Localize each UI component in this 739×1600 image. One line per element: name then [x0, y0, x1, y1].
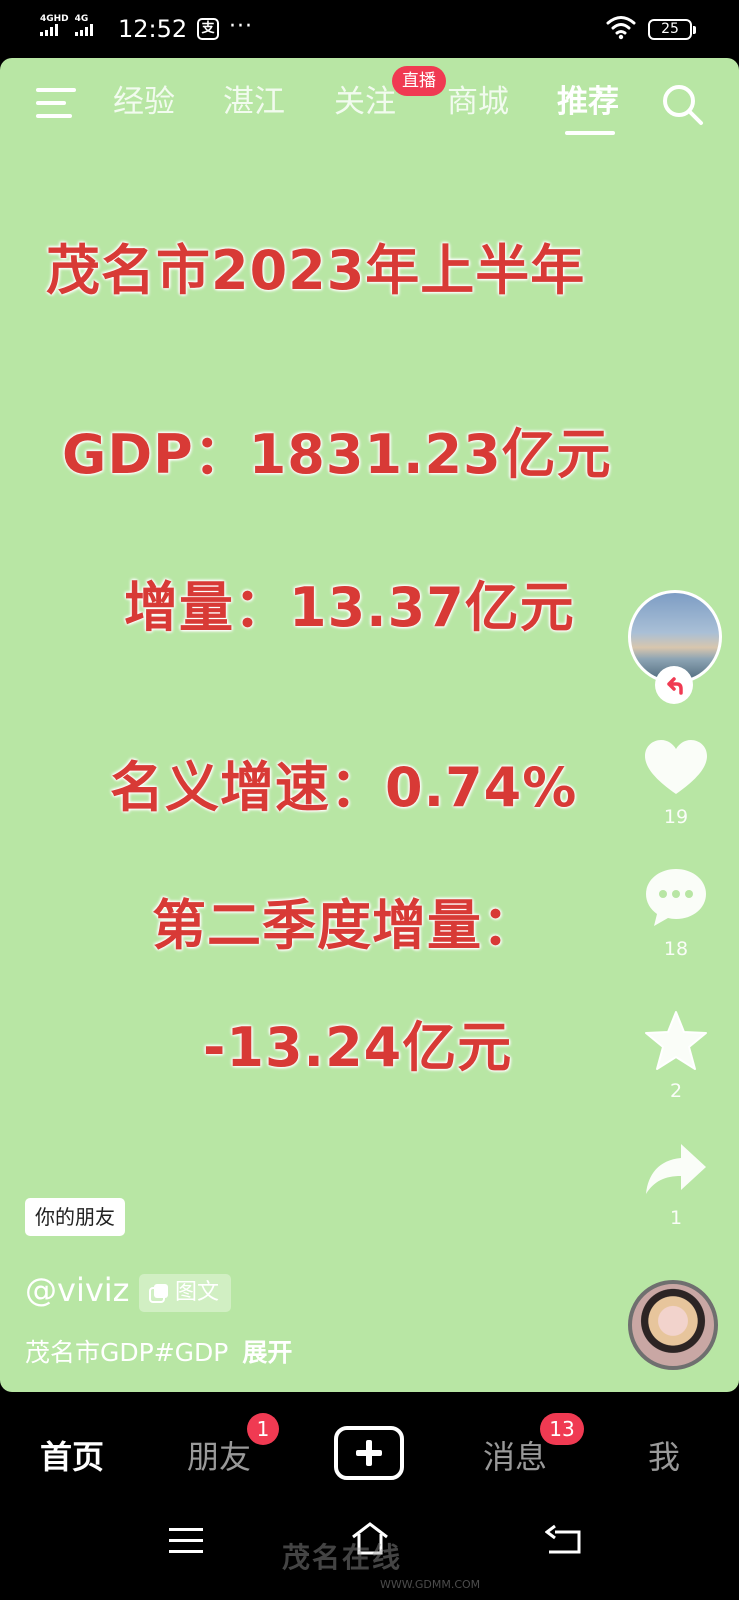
tab-messages[interactable]: 消息 — [483, 1432, 547, 1478]
poster-q2-value: -13.24亿元 — [203, 1016, 513, 1079]
signal-2-label: 4G — [74, 14, 89, 24]
tab-recommended[interactable]: 推荐 — [557, 82, 619, 122]
return-arrow-icon — [667, 677, 683, 695]
watermark: 茂名在线 — [282, 1541, 403, 1574]
top-nav: 经验 湛江 关注 直播 商城 推荐 — [0, 58, 739, 148]
live-badge: 直播 — [392, 66, 446, 96]
tab-jingyan[interactable]: 经验 — [113, 82, 175, 122]
recent-apps-icon[interactable] — [168, 1526, 204, 1556]
signal-1-label: 4GHD — [40, 14, 69, 24]
search-icon[interactable] — [660, 82, 706, 128]
heart-icon — [645, 740, 707, 794]
image-text-icon — [149, 1284, 168, 1303]
favorite-button[interactable]: 2 — [640, 1010, 712, 1102]
post-caption: 茂名市GDP#GDP 展开 — [25, 1333, 292, 1369]
post-type-tag: 图文 — [139, 1274, 232, 1312]
friends-badge: 1 — [247, 1413, 279, 1445]
comment-count: 18 — [663, 938, 689, 960]
poster-title: 茂名市2023年上半年 — [46, 239, 586, 302]
comment-button[interactable]: 18 — [640, 866, 712, 960]
comment-bubble-icon — [646, 869, 706, 926]
share-count: 1 — [669, 1207, 683, 1229]
tab-home[interactable]: 首页 — [40, 1432, 104, 1478]
like-button[interactable]: 19 — [640, 738, 712, 828]
username[interactable]: @viviz — [25, 1271, 129, 1309]
more-notifications-icon: ··· — [229, 14, 253, 39]
star-icon — [645, 1011, 707, 1070]
tab-me[interactable]: 我 — [648, 1432, 680, 1478]
poster-increment: 增量：13.37亿元 — [124, 576, 575, 639]
share-button[interactable]: 1 — [640, 1141, 712, 1229]
like-count: 19 — [663, 806, 689, 828]
status-bar: 4GHD 4G 12:52 支 ··· 25 — [0, 0, 739, 58]
phone-screen: 4GHD 4G 12:52 支 ··· 25 经验 湛江 关注 直播 商城 推荐… — [0, 0, 739, 1600]
signal-1: 4GHD — [40, 14, 69, 36]
poster-nominal-growth: 名义增速：0.74% — [110, 756, 578, 819]
friend-tag: 你的朋友 — [25, 1198, 125, 1236]
alipay-notification-icon: 支 — [197, 18, 219, 40]
follow-back-button[interactable] — [655, 666, 693, 704]
signal-2: 4G — [74, 14, 93, 36]
wifi-icon — [606, 16, 636, 40]
poster-gdp: GDP：1831.23亿元 — [62, 423, 612, 486]
back-icon[interactable] — [545, 1524, 583, 1556]
tab-friends[interactable]: 朋友 — [187, 1432, 251, 1478]
system-navigation: 茂名在线 WWW.GDMM.COM — [0, 1502, 739, 1600]
messages-badge: 13 — [540, 1413, 584, 1445]
expand-button[interactable]: 展开 — [242, 1338, 292, 1367]
post-type-label: 图文 — [175, 1280, 220, 1305]
bottom-tab-bar: 首页 朋友 1 消息 13 我 — [0, 1392, 739, 1502]
tab-following[interactable]: 关注 — [334, 82, 396, 122]
plus-icon — [356, 1440, 382, 1466]
tab-mall[interactable]: 商城 — [447, 82, 509, 122]
post-content[interactable]: 经验 湛江 关注 直播 商城 推荐 茂名市2023年上半年 GDP：1831.2… — [0, 58, 739, 1392]
watermark-url: WWW.GDMM.COM — [380, 1578, 481, 1591]
battery-indicator: 25 — [648, 19, 696, 40]
tab-zhanjiang[interactable]: 湛江 — [223, 82, 285, 122]
menu-icon[interactable] — [36, 86, 78, 120]
signal-indicators: 4GHD 4G — [40, 14, 93, 36]
signal-bars-icon — [74, 24, 93, 36]
share-arrow-icon — [646, 1144, 706, 1194]
signal-bars-icon — [40, 24, 58, 36]
favorite-count: 2 — [669, 1080, 683, 1102]
active-tab-indicator — [565, 131, 615, 135]
music-disc[interactable] — [628, 1280, 718, 1370]
caption-text[interactable]: 茂名市GDP#GDP — [25, 1338, 228, 1367]
create-post-button[interactable] — [334, 1426, 404, 1480]
clock: 12:52 — [118, 15, 188, 43]
poster-q2-label: 第二季度增量： — [152, 894, 537, 957]
